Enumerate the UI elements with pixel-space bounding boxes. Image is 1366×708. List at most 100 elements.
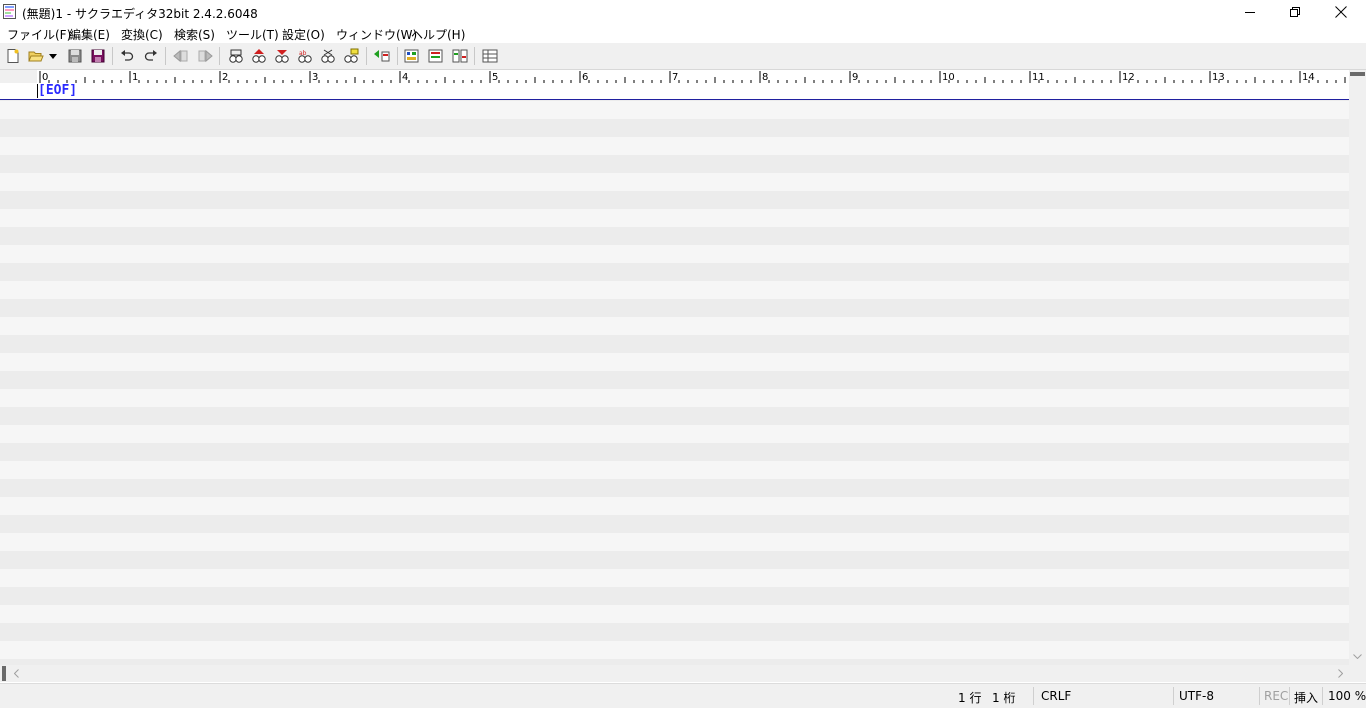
ruler-label: 12 <box>1122 72 1135 83</box>
eof-marker: [EOF] <box>38 83 78 98</box>
replace-icon: ab <box>298 50 312 63</box>
menu-settings[interactable]: 設定(O) <box>282 26 325 43</box>
scrollbar-corner <box>1349 665 1366 682</box>
jump-icon <box>374 50 390 62</box>
chevron-down-icon <box>1353 654 1362 659</box>
ruler-label: 13 <box>1212 72 1225 83</box>
open-dropdown-button[interactable] <box>46 46 60 66</box>
grep-button[interactable] <box>341 46 361 66</box>
ruler-label: 11 <box>1032 72 1045 83</box>
menu-convert[interactable]: 変換(C) <box>121 26 163 43</box>
menu-file[interactable]: ファイル(F) <box>7 26 71 43</box>
scroll-left-button[interactable] <box>8 665 25 682</box>
dropdown-arrow-icon <box>49 53 57 59</box>
ruler-label: 4 <box>402 72 408 83</box>
move-forward-button[interactable] <box>195 46 215 66</box>
status-line-ending[interactable]: CRLF <box>1041 689 1071 703</box>
status-divider <box>1322 687 1323 705</box>
toolbar-separator <box>474 47 475 65</box>
ruler-label: 6 <box>582 72 588 83</box>
sakura-editor-icon <box>3 4 16 19</box>
undo-button[interactable] <box>117 46 137 66</box>
menu-search[interactable]: 検索(S) <box>174 26 215 43</box>
chevron-left-icon <box>14 669 19 678</box>
status-encoding[interactable]: UTF-8 <box>1179 689 1214 703</box>
new-file-icon <box>7 49 19 63</box>
restore-icon <box>1289 6 1300 17</box>
save-icon <box>68 49 82 63</box>
status-zoom[interactable]: 100 % <box>1328 689 1366 703</box>
close-button[interactable] <box>1318 0 1364 24</box>
search-next-button[interactable] <box>272 46 292 66</box>
search-prev-button[interactable] <box>249 46 269 66</box>
window-title: (無題)1 - サクラエディタ32bit 2.4.2.6048 <box>22 7 258 21</box>
redo-button[interactable] <box>141 46 161 66</box>
menu-window[interactable]: ウィンドウ(W) <box>336 26 417 43</box>
settings-icon <box>482 49 498 63</box>
redo-icon <box>144 50 157 61</box>
ruler-label: 10 <box>942 72 955 83</box>
open-file-button[interactable] <box>26 46 46 66</box>
current-line[interactable]: [EOF] <box>0 83 1349 100</box>
horizontal-scroll-thumb[interactable] <box>2 666 6 681</box>
save-all-button[interactable] <box>88 46 108 66</box>
move-back-button[interactable] <box>171 46 191 66</box>
minimize-icon <box>1244 11 1255 13</box>
toolbar-separator <box>112 47 113 65</box>
editor-area[interactable]: [EOF] <box>0 83 1349 665</box>
horizontal-scrollbar[interactable] <box>0 665 1349 682</box>
status-line: 1 行 <box>958 691 982 705</box>
menu-help[interactable]: ヘルプ(H) <box>411 26 465 43</box>
ruler-label: 1 <box>132 72 138 83</box>
ruler-label: 9 <box>852 72 858 83</box>
menu-bar: ファイル(F) 編集(E) 変換(C) 検索(S) ツール(T) 設定(O) ウ… <box>0 24 1366 44</box>
title-bar: (無題)1 - サクラエディタ32bit 2.4.2.6048 <box>0 0 1366 24</box>
toolbar-separator <box>219 47 220 65</box>
diff-icon <box>452 49 468 63</box>
ruler-label: 3 <box>312 72 318 83</box>
close-icon <box>1335 6 1347 18</box>
compare-button[interactable] <box>426 46 446 66</box>
menu-edit[interactable]: 編集(E) <box>69 26 110 43</box>
vertical-scroll-thumb[interactable] <box>1350 72 1365 76</box>
menu-tools[interactable]: ツール(T) <box>226 26 279 43</box>
toolbar-separator <box>366 47 367 65</box>
move-forward-icon <box>198 49 213 63</box>
status-divider <box>1033 687 1034 705</box>
scroll-down-button[interactable] <box>1349 648 1366 665</box>
minimize-button[interactable] <box>1227 0 1273 24</box>
scroll-right-button[interactable] <box>1332 665 1349 682</box>
save-button[interactable] <box>65 46 85 66</box>
open-file-icon <box>28 51 44 62</box>
jump-button[interactable] <box>372 46 392 66</box>
compare-icon <box>428 49 443 63</box>
diff-button[interactable] <box>450 46 470 66</box>
status-divider <box>1173 687 1174 705</box>
ruler-label: 5 <box>492 72 498 83</box>
search-prev-icon <box>252 49 266 63</box>
ruler-label: 8 <box>762 72 768 83</box>
vertical-scrollbar[interactable] <box>1349 70 1366 665</box>
chevron-right-icon <box>1338 669 1343 678</box>
search-button[interactable] <box>226 46 246 66</box>
toolbar: ab <box>0 44 1366 70</box>
restore-button[interactable] <box>1272 0 1318 24</box>
status-column: 1 桁 <box>992 691 1016 705</box>
settings-button[interactable] <box>480 46 500 66</box>
new-file-button[interactable] <box>3 46 23 66</box>
search-next-icon <box>275 50 289 63</box>
status-divider <box>1289 687 1290 705</box>
grep-icon <box>344 48 359 63</box>
search-mark-button[interactable] <box>318 46 338 66</box>
ruler-label: 2 <box>222 72 228 83</box>
undo-icon <box>121 50 134 61</box>
status-insert-mode[interactable]: 挿入 <box>1294 689 1318 706</box>
ruler-label: 7 <box>672 72 678 83</box>
outline-icon <box>404 49 419 63</box>
replace-button[interactable]: ab <box>295 46 315 66</box>
move-back-icon <box>173 49 188 63</box>
ruler-label: 0 <box>42 72 48 83</box>
outline-button[interactable] <box>402 46 422 66</box>
ruler-scale: 0 1 2 3 4 5 6 7 8 9 10 11 12 13 14 <box>37 70 1355 84</box>
ruler: 0 1 2 3 4 5 6 7 8 9 10 11 12 13 14 <box>0 70 1355 84</box>
